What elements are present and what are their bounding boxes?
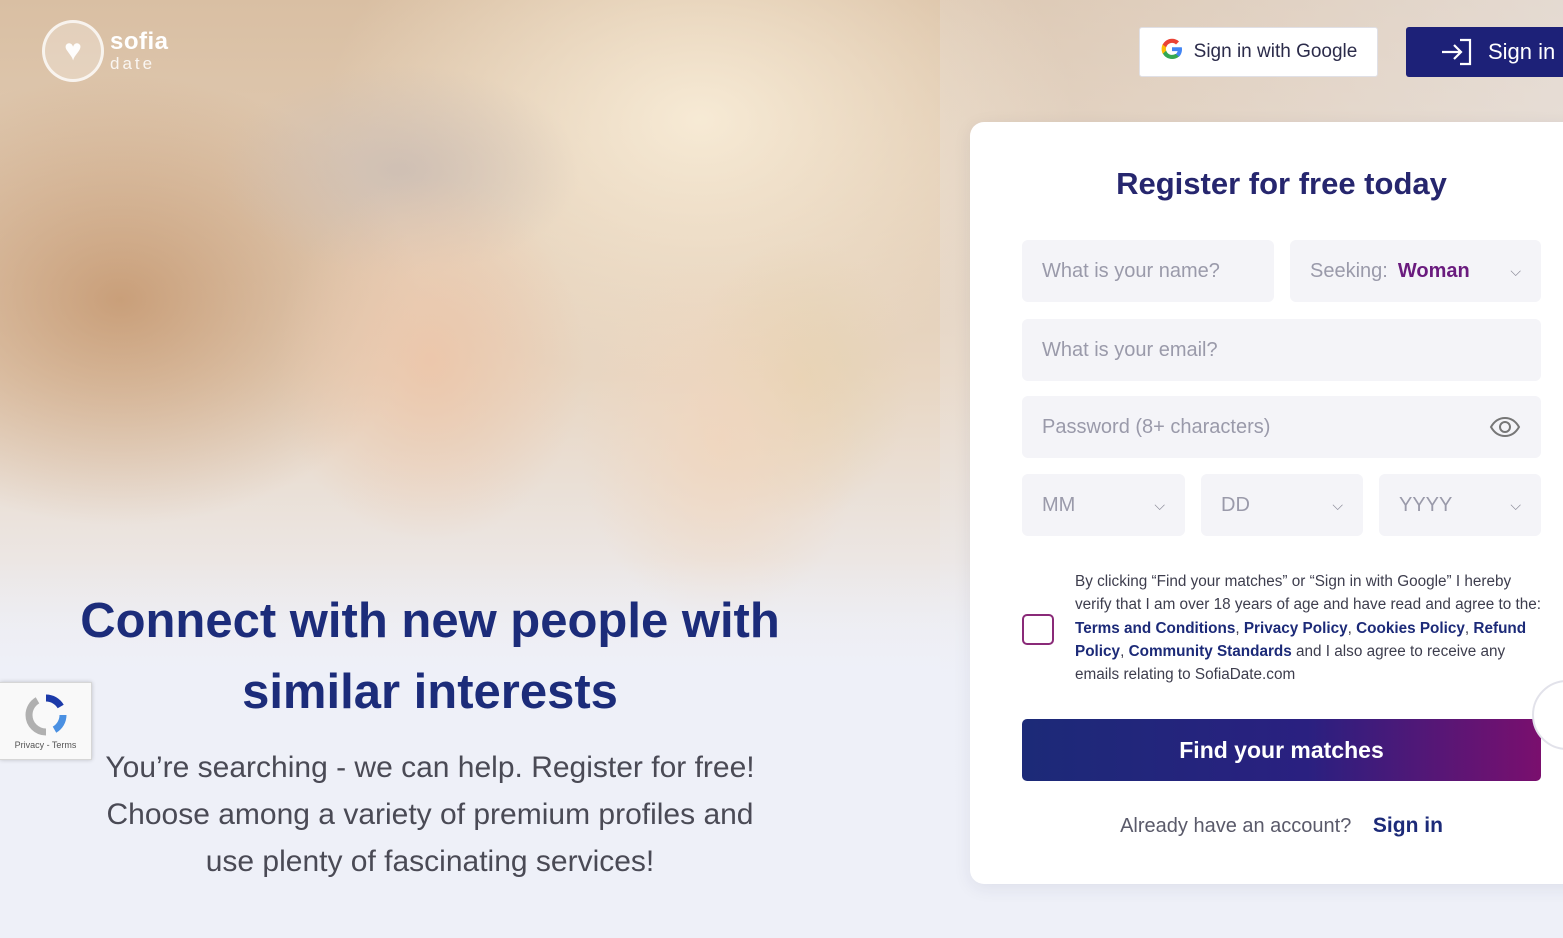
sign-in-with-google-button[interactable]: Sign in with Google [1139,27,1378,77]
password-field[interactable]: Password (8+ characters) [1022,396,1541,458]
recaptcha-links[interactable]: Privacy - Terms [15,740,77,750]
sign-in-link[interactable]: Sign in [1373,814,1443,837]
logo[interactable]: ♥ sofia date [42,20,169,82]
already-have-account-text: Already have an account? [1120,815,1352,837]
birth-month-select[interactable]: MM ⌵ [1022,474,1185,536]
month-placeholder: MM [1042,493,1076,516]
logo-name: sofia [110,28,169,55]
terms-text: By clicking “Find your matches” or “Sign… [1075,573,1541,684]
birth-day-select[interactable]: DD ⌵ [1201,474,1363,536]
find-your-matches-button[interactable]: Find your matches [1022,719,1541,781]
hero-subtext: You’re searching - we can help. Register… [30,744,830,885]
show-password-eye-icon[interactable] [1489,416,1521,438]
chevron-down-icon: ⌵ [1154,496,1165,513]
google-icon [1160,37,1184,68]
chevron-down-icon: ⌵ [1510,496,1521,513]
register-title: Register for free today [1116,166,1447,201]
recaptcha-badge[interactable]: Privacy - Terms [0,682,92,760]
year-placeholder: YYYY [1399,493,1453,516]
terms-checkbox[interactable] [1022,614,1054,645]
sign-in-arrow-icon [1442,38,1472,66]
seeking-label: Seeking: [1310,259,1388,282]
already-have-account: Already have an account? Sign in [1022,814,1541,838]
terms-intro: By clicking “Find your matches” or “Sign… [1075,573,1541,614]
subtext-line-3: use plenty of fascinating services! [205,845,655,878]
name-placeholder: What is your name? [1042,259,1220,282]
birth-year-select[interactable]: YYYY ⌵ [1379,474,1541,536]
email-field[interactable]: What is your email? [1022,319,1541,381]
google-button-label: Sign in with Google [1193,41,1358,62]
cookies-policy-link[interactable]: Cookies Policy [1356,620,1465,637]
seeking-value: Woman [1397,259,1470,282]
logo-subtitle: date [110,54,156,73]
day-placeholder: DD [1221,493,1250,516]
hero-headline: Connect with new people with similar int… [30,586,830,728]
heart-logo-icon: ♥ [42,20,104,82]
name-field[interactable]: What is your name? [1022,240,1274,302]
password-placeholder: Password (8+ characters) [1042,415,1271,438]
headline-line-1: Connect with new people with [80,594,780,648]
headline-line-2: similar interests [242,665,618,719]
privacy-policy-link[interactable]: Privacy Policy [1244,620,1348,637]
sign-in-button[interactable]: Sign in [1406,27,1563,77]
terms-and-conditions-link[interactable]: Terms and Conditions [1075,620,1235,637]
subtext-line-2: Choose among a variety of premium profil… [106,798,754,831]
sign-in-button-label: Sign in [1488,39,1556,64]
community-standards-link[interactable]: Community Standards [1129,643,1292,660]
recaptcha-icon [25,694,66,736]
email-placeholder: What is your email? [1042,338,1218,361]
chevron-down-icon: ⌵ [1510,262,1521,279]
subtext-line-1: You’re searching - we can help. Register… [105,751,755,784]
chevron-down-icon: ⌵ [1332,496,1343,513]
seeking-select[interactable]: Seeking: Woman ⌵ [1290,240,1541,302]
